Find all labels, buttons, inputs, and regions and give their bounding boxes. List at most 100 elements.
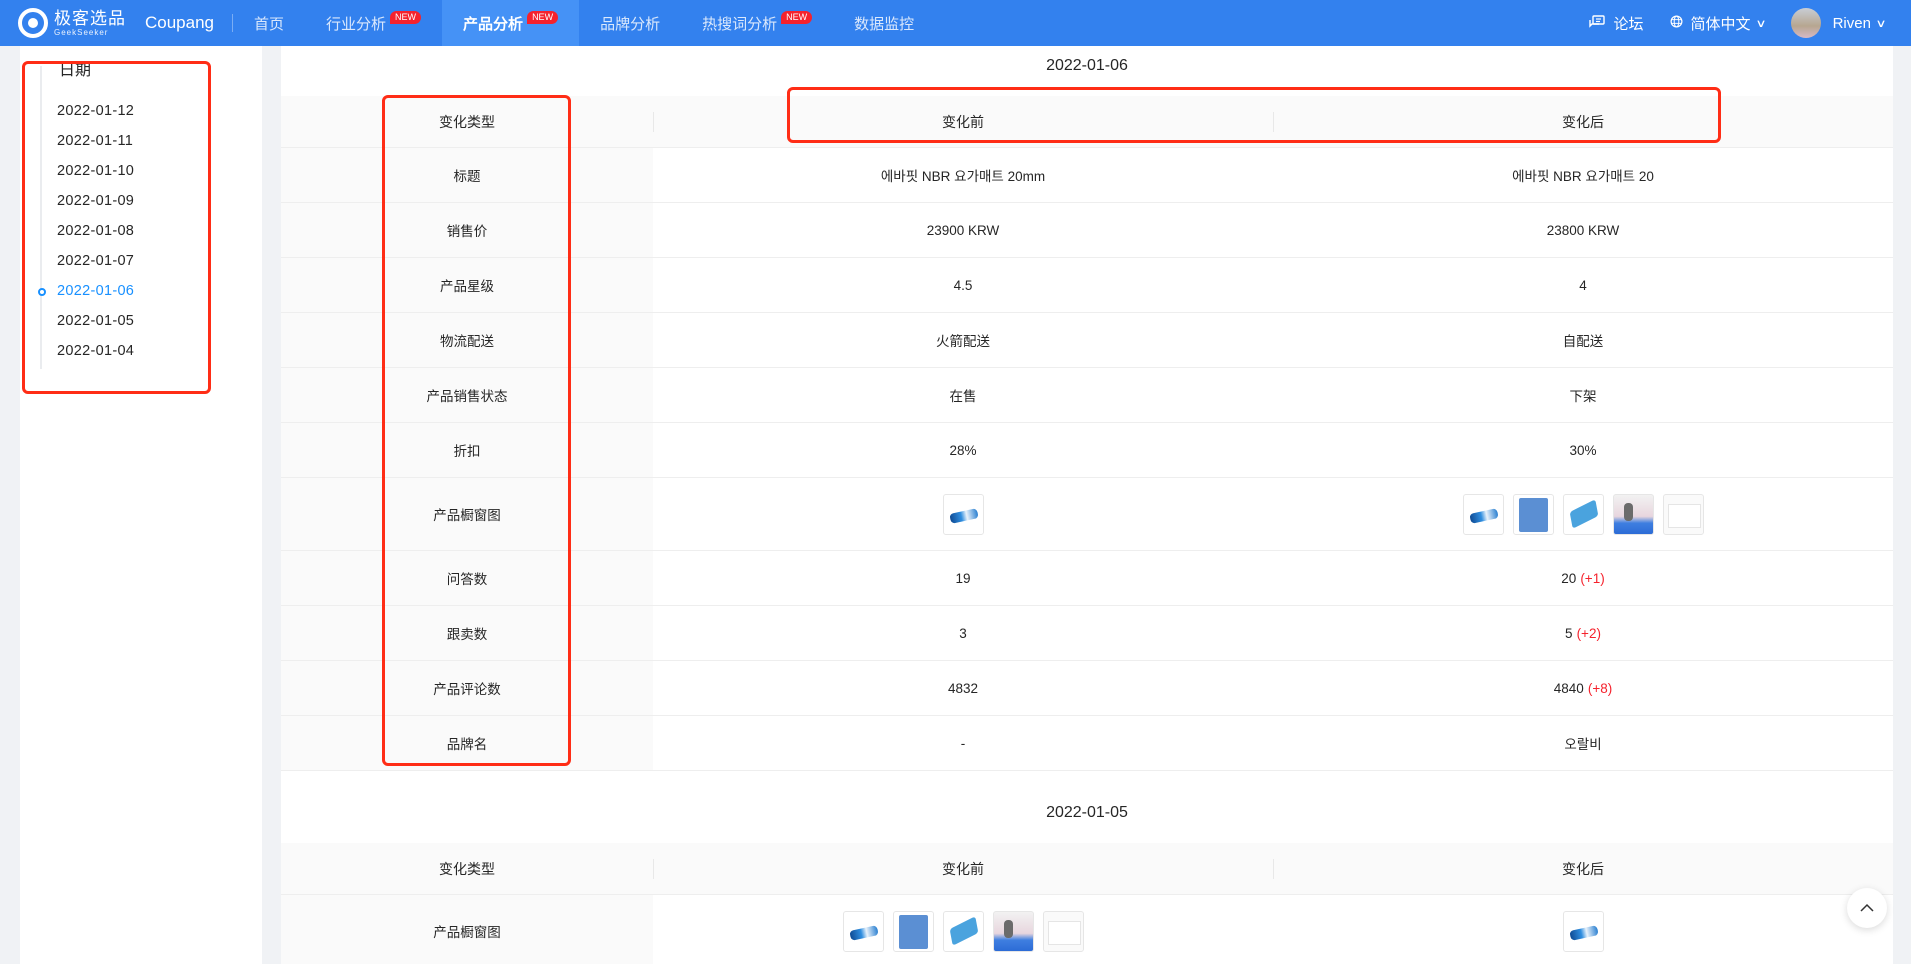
timeline-date-item[interactable]: 2022-01-10: [57, 163, 134, 179]
thumbnail-list: [1562, 910, 1604, 952]
nav-item-industry-analysis[interactable]: 行业分析 NEW: [305, 0, 442, 46]
change-type-label: 产品评论数: [281, 661, 653, 715]
platform-label[interactable]: Coupang: [145, 14, 234, 32]
timeline-date-label: 2022-01-07: [57, 253, 135, 269]
before-text: 19: [955, 570, 971, 586]
after-text: 30%: [1569, 442, 1597, 458]
before-text: 火箭配送: [936, 334, 990, 349]
timeline-date-item[interactable]: 2022-01-04: [57, 343, 134, 359]
nav-label: 品牌分析: [600, 15, 661, 33]
timeline-date-item[interactable]: 2022-01-12: [57, 103, 134, 119]
timeline-date-item[interactable]: 2022-01-05: [57, 313, 134, 329]
after-text: 5: [1565, 625, 1573, 641]
timeline-date-item[interactable]: 2022-01-08: [57, 223, 134, 239]
nav-item-hot-keyword-analysis[interactable]: 热搜词分析 NEW: [681, 0, 833, 46]
value-after: 下架: [1273, 368, 1893, 422]
nav-item-data-monitoring[interactable]: 数据监控: [833, 0, 935, 46]
timeline-date-label: 2022-01-06: [57, 283, 135, 299]
timeline-date-label: 2022-01-05: [57, 313, 135, 329]
value-before: 4832: [653, 661, 1273, 715]
product-thumbnail[interactable]: [1562, 493, 1604, 535]
table-row: 跟卖数 3 5 (+2): [281, 606, 1893, 661]
product-thumbnail[interactable]: [842, 910, 884, 952]
before-text: 에바핏 NBR 요가매트 20mm: [880, 169, 1046, 184]
globe-icon: [1670, 15, 1683, 31]
timeline-date-item[interactable]: 2022-01-09: [57, 193, 134, 209]
thumbnail-list: [942, 493, 984, 535]
value-after: 5 (+2): [1273, 606, 1893, 660]
table-row: 物流配送 火箭配送 自配送: [281, 313, 1893, 368]
date-sidebar: 日期 2022-01-12 2022-01-11 2022-01-10 2022-01…: [20, 46, 262, 964]
product-thumbnail[interactable]: [1562, 910, 1604, 952]
table-row: 产品橱窗图: [281, 895, 1893, 964]
after-text: 에바핏 NBR 요가매트 20: [1512, 169, 1654, 184]
product-thumbnail[interactable]: [1462, 493, 1504, 535]
product-thumbnail[interactable]: [992, 910, 1034, 952]
back-to-top-button[interactable]: [1847, 888, 1887, 928]
product-thumbnail[interactable]: [892, 910, 934, 952]
user-menu[interactable]: Riven ∨: [1790, 8, 1887, 38]
value-after: 自配送: [1273, 313, 1893, 367]
language-label: 简体中文: [1690, 15, 1751, 33]
chevron-down-icon: ∨: [1875, 17, 1887, 30]
change-type-label: 产品销售状态: [281, 368, 653, 422]
nav-item-product-analysis[interactable]: 产品分析 NEW: [442, 0, 580, 46]
change-type-label: 物流配送: [281, 313, 653, 367]
before-text: 3: [959, 625, 967, 641]
value-before: [653, 478, 1273, 550]
change-type-label: 产品橱窗图: [281, 895, 653, 964]
product-thumbnail[interactable]: [1662, 493, 1704, 535]
timeline-date-item[interactable]: 2022-01-06: [38, 283, 135, 299]
language-selector[interactable]: 简体中文 ∨: [1670, 13, 1766, 34]
table-row: 问答数 19 20 (+1): [281, 551, 1893, 606]
table-row: 折扣 28% 30%: [281, 423, 1893, 478]
logo-icon: [18, 8, 48, 38]
top-navigation-bar: 极客选品 GeekSeeker Coupang 首页 行业分析 NEW 产品分析 N…: [0, 0, 1911, 46]
after-text: 23800 KRW: [1546, 222, 1620, 238]
section-date: 2022-01-05: [1046, 804, 1128, 821]
value-after: 오랄비: [1273, 716, 1893, 770]
logo-text-cn: 极客选品: [54, 8, 126, 28]
before-text: 在售: [949, 389, 977, 404]
timeline-date-label: 2022-01-11: [57, 133, 134, 149]
after-text: 4840: [1553, 680, 1584, 696]
product-thumbnail[interactable]: [1612, 493, 1654, 535]
avatar: [1790, 8, 1821, 38]
product-thumbnail[interactable]: [1512, 493, 1554, 535]
value-after: [1273, 478, 1893, 550]
new-badge: NEW: [390, 10, 422, 24]
value-before: [653, 895, 1273, 964]
logo-text-en: GeekSeeker: [54, 27, 109, 37]
table-row: 品牌名 - 오랄비: [281, 716, 1893, 771]
value-before: 4.5: [653, 258, 1273, 312]
section-date: 2022-01-06: [1046, 57, 1128, 74]
nav-item-brand-analysis[interactable]: 品牌分析: [579, 0, 681, 46]
after-text: 오랄비: [1564, 737, 1602, 752]
nav-item-home[interactable]: 首页: [233, 0, 305, 46]
before-text: 28%: [949, 442, 977, 458]
timeline-active-dot-icon: [38, 288, 46, 296]
after-text: 自配送: [1562, 334, 1604, 349]
product-thumbnail[interactable]: [1042, 910, 1084, 952]
chevron-up-icon: [1860, 903, 1874, 912]
after-text: 4: [1579, 277, 1587, 293]
timeline-date-item[interactable]: 2022-01-07: [57, 253, 134, 269]
column-header-after: 变化后: [1273, 843, 1893, 894]
change-type-label: 折扣: [281, 423, 653, 477]
product-thumbnail[interactable]: [942, 493, 984, 535]
thumbnail-list: [1462, 493, 1704, 535]
logo[interactable]: 极客选品 GeekSeeker: [18, 8, 130, 38]
change-type-label: 跟卖数: [281, 606, 653, 660]
column-header-after: 变化后: [1273, 96, 1893, 147]
timeline-date-item[interactable]: 2022-01-11: [57, 133, 133, 149]
nav-label: 行业分析: [326, 15, 387, 33]
change-type-label: 标题: [281, 148, 653, 202]
product-thumbnail[interactable]: [942, 910, 984, 952]
column-header-change-type: 变化类型: [281, 843, 653, 894]
change-table: 变化类型 变化前 变化后产品橱窗图: [281, 843, 1893, 964]
value-after: 20 (+1): [1273, 551, 1893, 605]
table-row: 销售价 23900 KRW 23800 KRW: [281, 203, 1893, 258]
chat-icon: [1589, 14, 1606, 32]
column-header-before: 变化前: [653, 843, 1273, 894]
forum-link[interactable]: 论坛: [1589, 13, 1644, 34]
